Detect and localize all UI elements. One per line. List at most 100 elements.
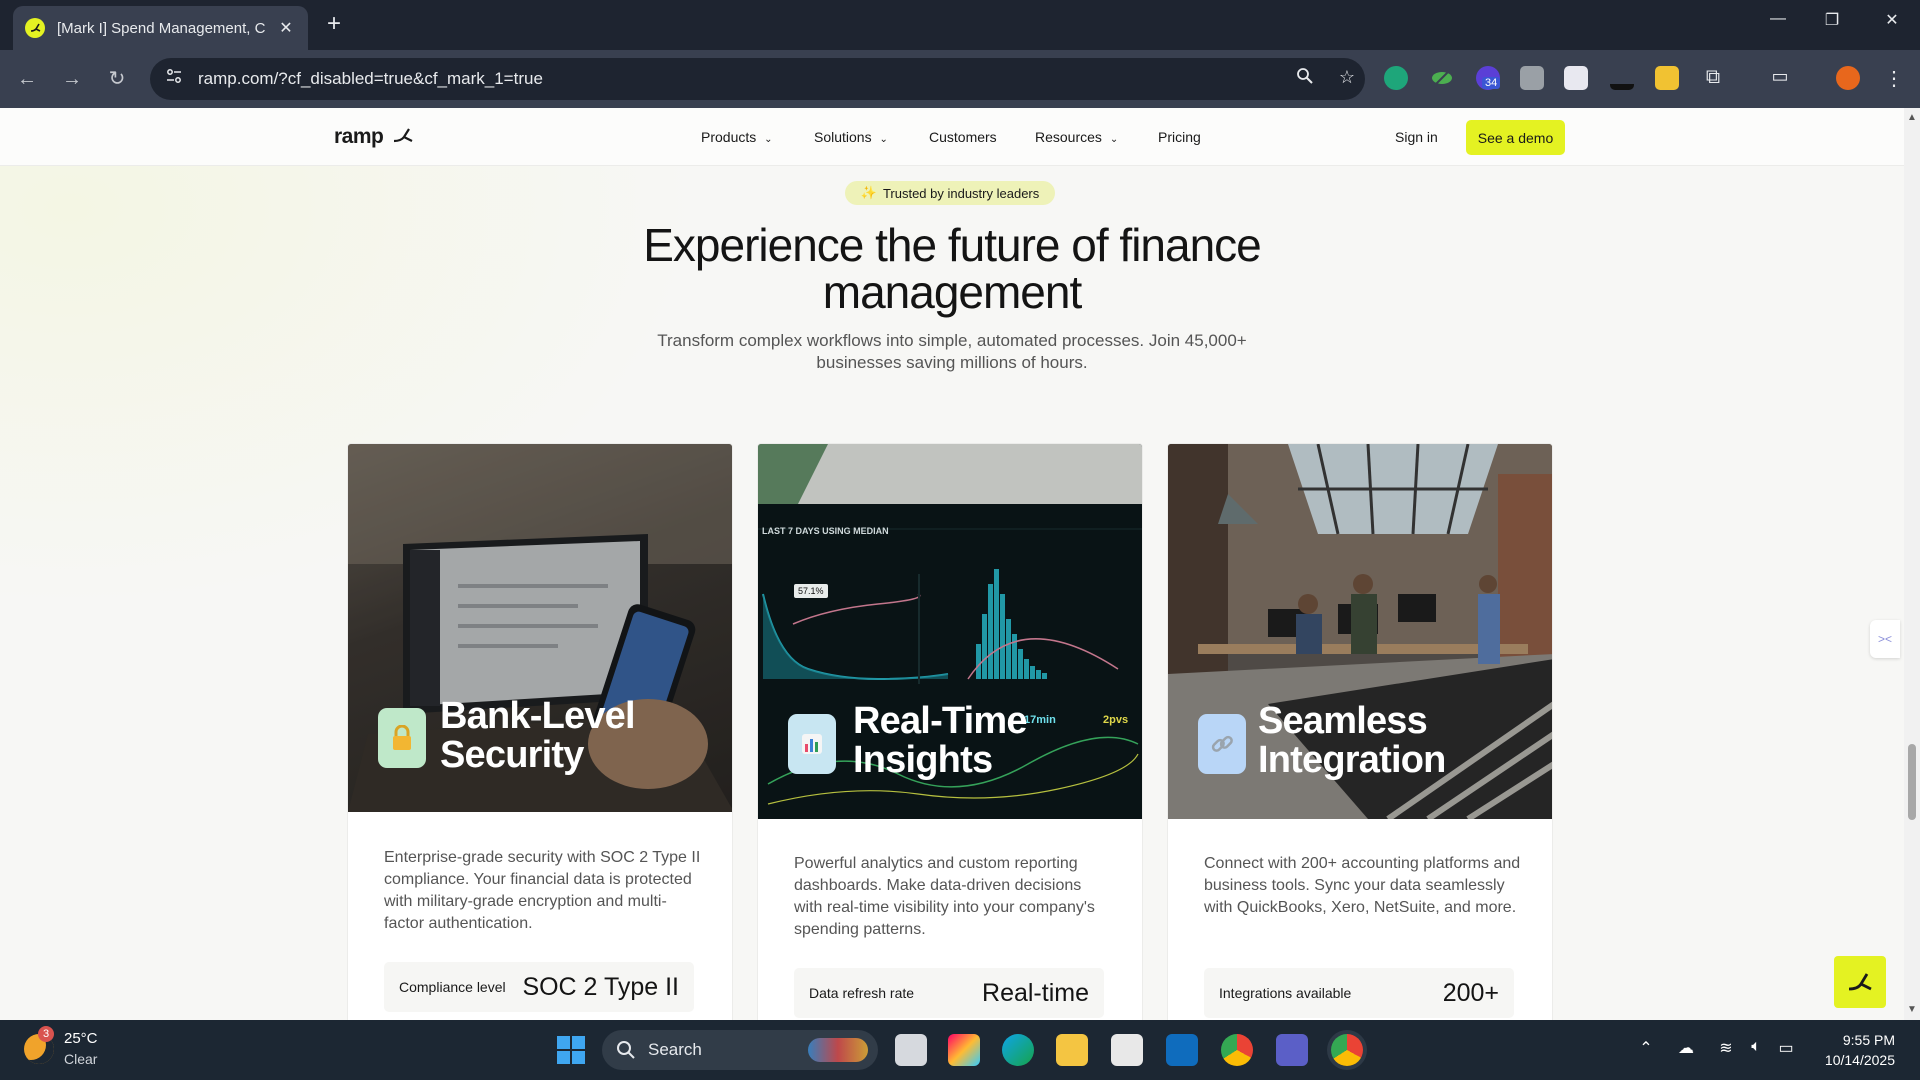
clock-date: 10/14/2025	[1824, 1052, 1895, 1068]
insights-stat-label: Data refresh rate	[809, 985, 915, 1001]
volume-icon[interactable]: 🔈︎	[1744, 1038, 1768, 1056]
profile-avatar[interactable]	[1836, 66, 1860, 90]
weather-condition: Clear	[64, 1051, 98, 1067]
nav-pricing[interactable]: Pricing	[1158, 129, 1201, 145]
window-close-button[interactable]: ✕	[1872, 10, 1912, 30]
security-stat-value: SOC 2 Type II	[522, 972, 679, 1001]
chrome-profile-icon[interactable]	[1221, 1034, 1253, 1066]
eye-extension-icon[interactable]	[1430, 66, 1454, 90]
zoom-icon[interactable]	[1293, 67, 1317, 91]
integration-card-image: Seamless Integration	[1168, 444, 1552, 819]
ramp-logo-icon	[393, 128, 413, 143]
window-restore-button[interactable]: ❐	[1812, 10, 1852, 30]
integration-stat-value: 200+	[1442, 978, 1499, 1007]
copilot-icon[interactable]	[948, 1034, 980, 1066]
battery-icon[interactable]: ▭	[1774, 1038, 1798, 1058]
logo-text: ramp	[334, 125, 384, 148]
dark-extension-icon[interactable]	[1610, 66, 1634, 90]
extensions-puzzle-icon[interactable]: ⧉	[1701, 66, 1725, 90]
tab-close-icon[interactable]: ✕	[276, 18, 296, 38]
nav-solutions-label: Solutions	[814, 129, 872, 145]
wifi-icon[interactable]: ≋	[1714, 1038, 1738, 1058]
onedrive-icon[interactable]: ☁	[1674, 1038, 1698, 1058]
dashboard-header: LAST 7 DAYS USING MEDIAN	[762, 526, 889, 536]
nav-resources-label: Resources	[1035, 129, 1102, 145]
see-a-demo-button[interactable]: See a demo	[1466, 120, 1565, 155]
security-card-description: Enterprise-grade security with SOC 2 Typ…	[384, 849, 701, 932]
bookmark-star-icon[interactable]: ☆	[1335, 67, 1359, 91]
task-view-icon[interactable]	[895, 1034, 927, 1066]
scroll-up-arrow-icon[interactable]: ▲	[1907, 112, 1917, 123]
grammarly-extension-icon[interactable]	[1384, 66, 1408, 90]
chat-launcher-button[interactable]	[1834, 956, 1886, 1008]
insights-stat: Data refresh rate Real-time	[794, 968, 1104, 1018]
security-card-image: Bank-Level Security	[348, 444, 732, 812]
integration-stat: Integrations available 200+	[1204, 968, 1514, 1018]
nav-resources[interactable]: Resources ⌄	[1035, 129, 1118, 145]
forward-arrow-icon[interactable]: →	[60, 68, 84, 92]
security-stat: Compliance level SOC 2 Type II	[384, 962, 694, 1012]
microsoft-store-icon[interactable]	[1111, 1034, 1143, 1066]
badge-extension-icon[interactable]: 34	[1476, 66, 1501, 90]
search-icon	[617, 1041, 635, 1059]
link-icon	[1198, 714, 1246, 774]
extension-badge-count: 34	[1482, 77, 1501, 89]
web-page: ramp Products ⌄ Solutions ⌄ Customers Re…	[0, 108, 1904, 1020]
browser-tab-active[interactable]: [Mark I] Spend Management, C ✕	[13, 6, 308, 50]
new-tab-button[interactable]: +	[320, 11, 348, 39]
bar-chart-icon	[788, 714, 836, 774]
outlook-icon[interactable]	[1166, 1034, 1198, 1066]
feature-card-security: Bank-Level Security Enterprise-grade sec…	[347, 443, 733, 1020]
hero-title-line2: management	[822, 266, 1083, 318]
tray-chevron-up-icon[interactable]: ⌃	[1634, 1038, 1658, 1058]
browser-menu-icon[interactable]: ⋮	[1882, 66, 1906, 90]
nav-products[interactable]: Products ⌄	[701, 129, 773, 145]
hero-title: Experience the future of finance managem…	[452, 222, 1452, 316]
ironman-extension-icon[interactable]	[1655, 66, 1679, 90]
taskbar-search[interactable]: Search	[602, 1030, 878, 1070]
scrollbar-thumb[interactable]	[1908, 744, 1916, 820]
teams-icon[interactable]	[1276, 1034, 1308, 1066]
hero-subtitle: Transform complex workflows into simple,…	[602, 330, 1302, 374]
side-panel-icon[interactable]: ▭	[1768, 66, 1792, 90]
reload-icon[interactable]: ↻	[105, 68, 129, 92]
hero-subtitle-line1: Transform complex workflows into simple,…	[657, 331, 1247, 350]
dashboard-tooltip: 57.1%	[794, 584, 828, 598]
page-scrollbar[interactable]: ▲ ▼	[1904, 108, 1920, 1020]
window-minimize-button[interactable]: —	[1758, 10, 1798, 28]
weather-temperature[interactable]: 25°C	[64, 1030, 98, 1047]
camera-extension-icon[interactable]	[1520, 66, 1544, 90]
back-arrow-icon[interactable]: ←	[15, 68, 39, 92]
hero-title-line1: Experience the future of finance	[643, 219, 1262, 271]
chevron-down-icon: ⌄	[879, 134, 888, 145]
side-widget-tab[interactable]: ><	[1870, 620, 1900, 658]
ramp-favicon-icon	[25, 18, 45, 38]
integration-title-line1: Seamless	[1258, 700, 1428, 742]
address-bar[interactable]: ramp.com/?cf_disabled=true&cf_mark_1=tru…	[150, 58, 1365, 100]
file-explorer-icon[interactable]	[1056, 1034, 1088, 1066]
hero-subtitle-line2: businesses saving millions of hours.	[816, 353, 1088, 372]
x-extension-icon[interactable]	[1564, 66, 1588, 90]
feature-card-insights: LAST 7 DAYS USING MEDIAN 57.1% 17min 2pv…	[757, 443, 1143, 1020]
chrome-active-icon[interactable]	[1331, 1034, 1363, 1066]
windows-start-icon[interactable]	[557, 1036, 585, 1064]
feature-card-integration: Seamless Integration Connect with 200+ a…	[1167, 443, 1553, 1020]
security-title-line1: Bank-Level	[440, 695, 636, 737]
scroll-down-arrow-icon[interactable]: ▼	[1907, 1004, 1917, 1015]
nav-products-label: Products	[701, 129, 757, 145]
insights-card-image: LAST 7 DAYS USING MEDIAN 57.1% 17min 2pv…	[758, 444, 1142, 819]
ramp-logo[interactable]: ramp	[334, 125, 413, 149]
security-title-line2: Security	[440, 734, 584, 776]
nav-solutions[interactable]: Solutions ⌄	[814, 129, 888, 145]
sign-in-link[interactable]: Sign in	[1395, 129, 1438, 145]
site-info-icon[interactable]	[162, 67, 186, 91]
dashboard-metric-minutes: 17min	[1024, 714, 1056, 726]
integration-stat-label: Integrations available	[1219, 985, 1352, 1001]
edge-icon[interactable]	[1002, 1034, 1034, 1066]
nav-customers[interactable]: Customers	[929, 129, 997, 145]
browser-tab-strip: [Mark I] Spend Management, C ✕ + — ❐ ✕	[0, 0, 1920, 50]
taskbar-clock[interactable]: 9:55 PM 10/14/2025	[1805, 1030, 1895, 1070]
chevron-down-icon: ⌄	[1109, 134, 1119, 145]
insights-card-description: Powerful analytics and custom reporting …	[794, 855, 1095, 938]
tab-title: [Mark I] Spend Management, C	[57, 19, 266, 37]
